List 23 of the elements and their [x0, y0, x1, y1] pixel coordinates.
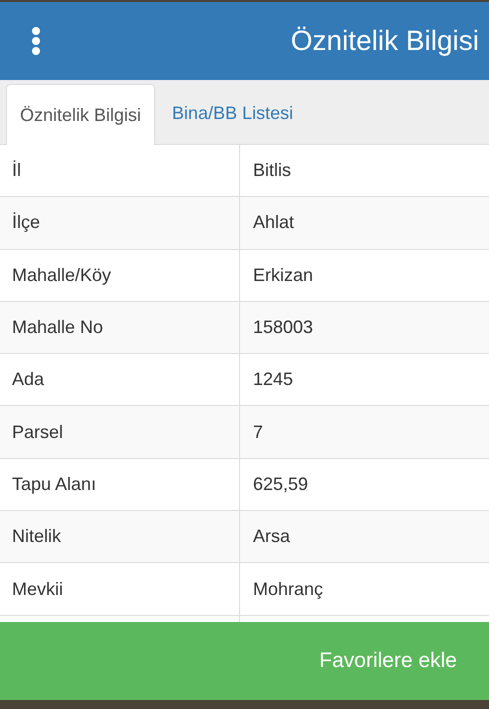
- tab[interactable]: Öznitelik Bilgisi: [6, 84, 156, 145]
- table-cell: İlçe: [0, 197, 240, 249]
- add-favorites-button[interactable]: Favorilere ekle: [0, 622, 489, 700]
- tab[interactable]: Bina/BB Listesi: [155, 83, 310, 144]
- menu-icon[interactable]: [30, 27, 42, 55]
- table-cell: Parsel: [0, 406, 240, 458]
- table-cell-text: 625,59: [252, 472, 310, 496]
- table-cell-text: Erkizan: [252, 264, 314, 287]
- table-cell-text: Mohranç: [252, 578, 324, 601]
- table-cell: Nitelik: [0, 511, 240, 562]
- table-cell: Mahalle No: [0, 302, 240, 354]
- header-title: Öznitelik Bilgisi: [290, 24, 479, 58]
- table-cell: Ada: [0, 354, 240, 406]
- table-cell-text: 7: [252, 420, 264, 444]
- table-cell: İl: [0, 145, 240, 196]
- table-cell: Mevkii: [0, 563, 240, 615]
- table-cell-text: Arsa: [252, 525, 292, 548]
- table-cell-text: 1245: [252, 368, 294, 392]
- table-cell: Tapu Alanı: [0, 458, 240, 510]
- table-cell: Mahalle/Köy: [0, 250, 240, 301]
- table-cell-text: Ahlat: [252, 211, 296, 234]
- table-cell-text: Bitlis: [252, 159, 292, 182]
- table-cell-text: 158003: [252, 316, 314, 340]
